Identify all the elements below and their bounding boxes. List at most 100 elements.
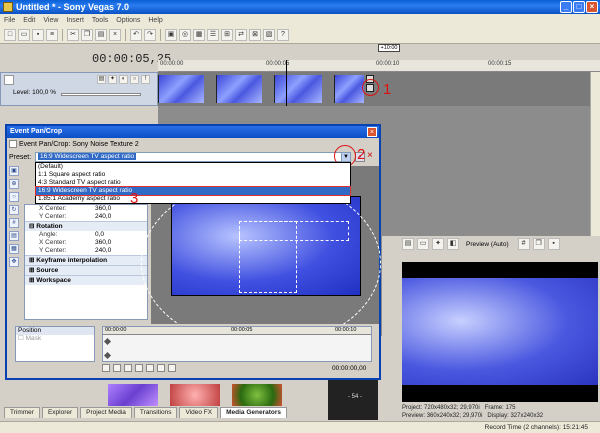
tab-video-fx[interactable]: Video FX	[179, 407, 219, 418]
help-icon[interactable]: ?	[277, 28, 289, 41]
preview-quality-dropdown[interactable]: Preview (Auto)	[466, 241, 509, 248]
scale-about-center-icon[interactable]: ▦	[9, 244, 19, 254]
position-track-label[interactable]: Position	[16, 327, 94, 335]
crop-frame-marker[interactable]	[239, 221, 297, 293]
video-clip-thumbnail[interactable]	[274, 75, 322, 103]
paste-icon[interactable]: ▤	[95, 28, 107, 41]
tab-media-generators[interactable]: Media Generators	[220, 407, 288, 418]
preset-option[interactable]: 4:3 Standard TV aspect ratio	[36, 179, 350, 187]
workspace-section[interactable]: ⊞ Workspace	[25, 275, 147, 285]
generator-thumbnail[interactable]	[108, 384, 158, 406]
track-fx-icon[interactable]: ✦	[108, 75, 117, 84]
properties-icon[interactable]: ≡	[46, 28, 58, 41]
zoom-edit-icon[interactable]: ⊕	[9, 179, 19, 189]
last-keyframe-icon[interactable]	[146, 364, 154, 372]
timeline-ruler[interactable]: 00:00:00 00:00:05 00:00:10 00:00:15	[158, 60, 600, 72]
menu-edit[interactable]: Edit	[23, 17, 35, 24]
normal-edit-icon[interactable]: ▣	[9, 166, 19, 176]
track-level-slider[interactable]	[61, 93, 141, 96]
video-track-header[interactable]: Level: 100,0 % ▤ ✦ ◐ ○ !	[0, 72, 158, 106]
preset-dropdown[interactable]: 16:9 Widescreen TV aspect ratio	[35, 152, 351, 162]
preview-fx-icon[interactable]: ✦	[432, 238, 444, 250]
cut-icon[interactable]: ✂	[67, 28, 79, 41]
lock-aspect-icon[interactable]: ▤	[9, 231, 19, 241]
preset-option[interactable]: (Default)	[36, 163, 350, 171]
menu-help[interactable]: Help	[148, 17, 162, 24]
video-clip-thumbnail[interactable]	[334, 75, 364, 103]
undo-icon[interactable]: ↶	[130, 28, 142, 41]
ignore-grouping-icon[interactable]: ▧	[263, 28, 275, 41]
minimize-button[interactable]: _	[560, 1, 572, 13]
enable-rotation-icon[interactable]: ↻	[9, 205, 19, 215]
prop-label: X Center:	[39, 239, 67, 246]
move-freely-icon[interactable]: ✥	[9, 257, 19, 267]
solo-icon[interactable]: !	[141, 75, 150, 84]
first-keyframe-icon[interactable]	[113, 364, 121, 372]
video-clip-thumbnail[interactable]	[158, 75, 204, 103]
prop-value[interactable]: 360,0	[95, 239, 147, 247]
menu-view[interactable]: View	[43, 17, 58, 24]
open-folder-icon[interactable]: ▭	[18, 28, 30, 41]
tab-transitions[interactable]: Transitions	[133, 407, 178, 418]
tab-trimmer[interactable]: Trimmer	[4, 407, 40, 418]
delete-icon[interactable]: ×	[109, 28, 121, 41]
mask-track-label[interactable]: ☐ Mask	[16, 335, 94, 343]
overlays-icon[interactable]: #	[517, 238, 530, 250]
lock-envelope-icon[interactable]: ⊠	[249, 28, 261, 41]
tab-explorer[interactable]: Explorer	[41, 407, 79, 418]
menu-tools[interactable]: Tools	[92, 17, 108, 24]
burn-icon[interactable]: ◎	[179, 28, 191, 41]
external-monitor-icon[interactable]: ▭	[417, 238, 429, 250]
copy-icon[interactable]: ❐	[81, 28, 93, 41]
rotation-section[interactable]: ⊟ Rotation	[25, 221, 147, 231]
keyframe-marker[interactable]	[103, 351, 112, 360]
prev-keyframe-icon[interactable]	[124, 364, 132, 372]
keyframe-marker[interactable]	[103, 337, 112, 346]
autoripple-icon[interactable]: ⇄	[235, 28, 247, 41]
toolbar-separator	[62, 28, 63, 41]
preset-option-highlighted[interactable]: 16:9 Widescreen TV aspect ratio	[35, 186, 351, 196]
compositing-icon[interactable]: ◐	[119, 75, 128, 84]
menu-file[interactable]: File	[4, 17, 15, 24]
copy-snapshot-icon[interactable]: ❐	[532, 238, 545, 250]
generator-thumbnail[interactable]	[170, 384, 220, 406]
menu-insert[interactable]: Insert	[66, 17, 84, 24]
prop-value[interactable]: 240,0	[95, 247, 147, 255]
render-icon[interactable]: ▣	[165, 28, 177, 41]
timeline-vertical-scrollbar[interactable]	[590, 72, 600, 262]
keyframe-timeline[interactable]: 00:00:00 00:00:05 00:00:10	[102, 326, 372, 362]
next-keyframe-icon[interactable]	[135, 364, 143, 372]
save-snapshot-icon[interactable]: ▪	[547, 238, 560, 250]
tab-project-media[interactable]: Project Media	[80, 407, 132, 418]
new-file-icon[interactable]: □	[4, 28, 16, 41]
close-button[interactable]: ×	[586, 1, 598, 13]
delete-preset-icon[interactable]: ×	[367, 151, 373, 161]
preset-option[interactable]: 1.85:1 Academy aspect ratio	[36, 195, 350, 203]
save-icon[interactable]: ▪	[32, 28, 44, 41]
prop-value[interactable]: 0,0	[95, 231, 147, 239]
menu-options[interactable]: Options	[116, 17, 140, 24]
generator-thumbnail[interactable]	[232, 384, 282, 406]
maximize-button[interactable]: □	[573, 1, 585, 13]
loop-region-marker[interactable]: +10:00	[378, 44, 400, 52]
enable-snapping-icon[interactable]: #	[9, 218, 19, 228]
prop-value[interactable]: 360,0	[95, 205, 147, 213]
snap-icon[interactable]: ⊞	[221, 28, 233, 41]
preset-option[interactable]: 1:1 Square aspect ratio	[36, 171, 350, 179]
keyframe-interpolation-section[interactable]: ⊞ Keyframe interpolation	[25, 255, 147, 265]
preview-properties-icon[interactable]: ▤	[402, 238, 414, 250]
delete-keyframe-icon[interactable]	[168, 364, 176, 372]
track-motion-icon[interactable]: ▤	[97, 75, 106, 84]
add-keyframe-icon[interactable]	[157, 364, 165, 372]
sync-cursor-icon[interactable]	[102, 364, 110, 372]
zoom-icon[interactable]: ○	[9, 192, 19, 202]
redo-icon[interactable]: ↷	[144, 28, 156, 41]
capture-icon[interactable]: ▦	[193, 28, 205, 41]
split-screen-icon[interactable]: ◧	[447, 238, 459, 250]
explore-icon[interactable]: ☰	[207, 28, 219, 41]
dialog-close-button[interactable]: ×	[367, 127, 377, 137]
source-section[interactable]: ⊞ Source	[25, 265, 147, 275]
mute-icon[interactable]: ○	[130, 75, 139, 84]
prop-value[interactable]: 240,0	[95, 213, 147, 221]
video-clip-thumbnail[interactable]	[216, 75, 262, 103]
